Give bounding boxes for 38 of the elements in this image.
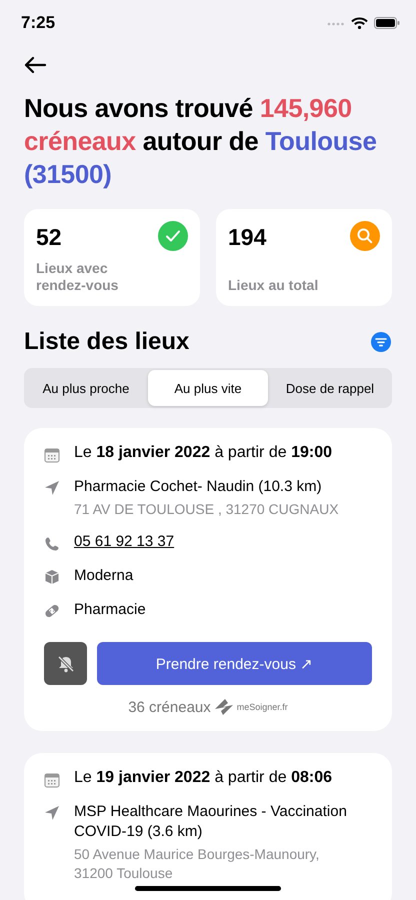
- alert-button[interactable]: [44, 642, 87, 685]
- stat-label: Lieux au total: [228, 277, 320, 294]
- tab[interactable]: Dose de rappel: [270, 370, 390, 406]
- date-text: Le 19 janvier 2022 à partir de 08:06: [74, 769, 333, 787]
- logo-icon: [212, 697, 235, 717]
- vaccine-name: Moderna: [74, 566, 134, 586]
- place-address: 71 AV DE TOULOUSE , 31270 CUGNAUX: [74, 500, 340, 519]
- place-address: 50 Avenue Maurice Bourges-Maunoury, 31200 Toulouse: [74, 845, 320, 883]
- stat-label: Lieux avec rendez-vous: [36, 260, 120, 294]
- status-time: 7:25: [21, 13, 56, 33]
- stat-value: 194: [228, 224, 266, 251]
- wifi-icon: [351, 17, 368, 29]
- phone-link[interactable]: 05 61 92 13 37: [74, 533, 174, 550]
- slot-count: 36 créneaux: [128, 698, 211, 716]
- signal-icon: [327, 20, 345, 26]
- tab[interactable]: Au plus proche: [26, 370, 146, 406]
- calendar-icon: [44, 447, 60, 463]
- box-icon: [44, 569, 60, 585]
- stat-value: 52: [36, 224, 62, 251]
- location-arrow-icon: [44, 805, 60, 821]
- place-name: Pharmacie Cochet- Naudin (10.3 km): [74, 477, 323, 497]
- phone-icon: [44, 536, 60, 552]
- search-icon: [350, 221, 380, 251]
- headline: Nous avons trouvé 145,960 créneaux autour de Toulouse (31500): [24, 92, 378, 191]
- book-button[interactable]: Prendre rendez-vous ↗: [97, 642, 372, 685]
- check-icon: [158, 221, 188, 251]
- bell-slash-icon: [56, 654, 74, 672]
- calendar-icon: [44, 772, 60, 788]
- place-type: Pharmacie: [74, 600, 147, 620]
- tab[interactable]: Au plus vite: [148, 370, 268, 406]
- section-title: Liste des lieux: [24, 328, 190, 356]
- back-button[interactable]: [23, 56, 47, 74]
- date-text: Le 18 janvier 2022 à partir de 19:00: [74, 444, 333, 462]
- battery-icon: [374, 17, 400, 29]
- source-name: meSoigner.fr: [236, 702, 288, 712]
- place-name: MSP Healthcare Maourines - Vaccination COVID-19 (3.6 km): [74, 802, 348, 842]
- location-arrow-icon: [44, 480, 60, 496]
- filter-button[interactable]: [371, 332, 391, 352]
